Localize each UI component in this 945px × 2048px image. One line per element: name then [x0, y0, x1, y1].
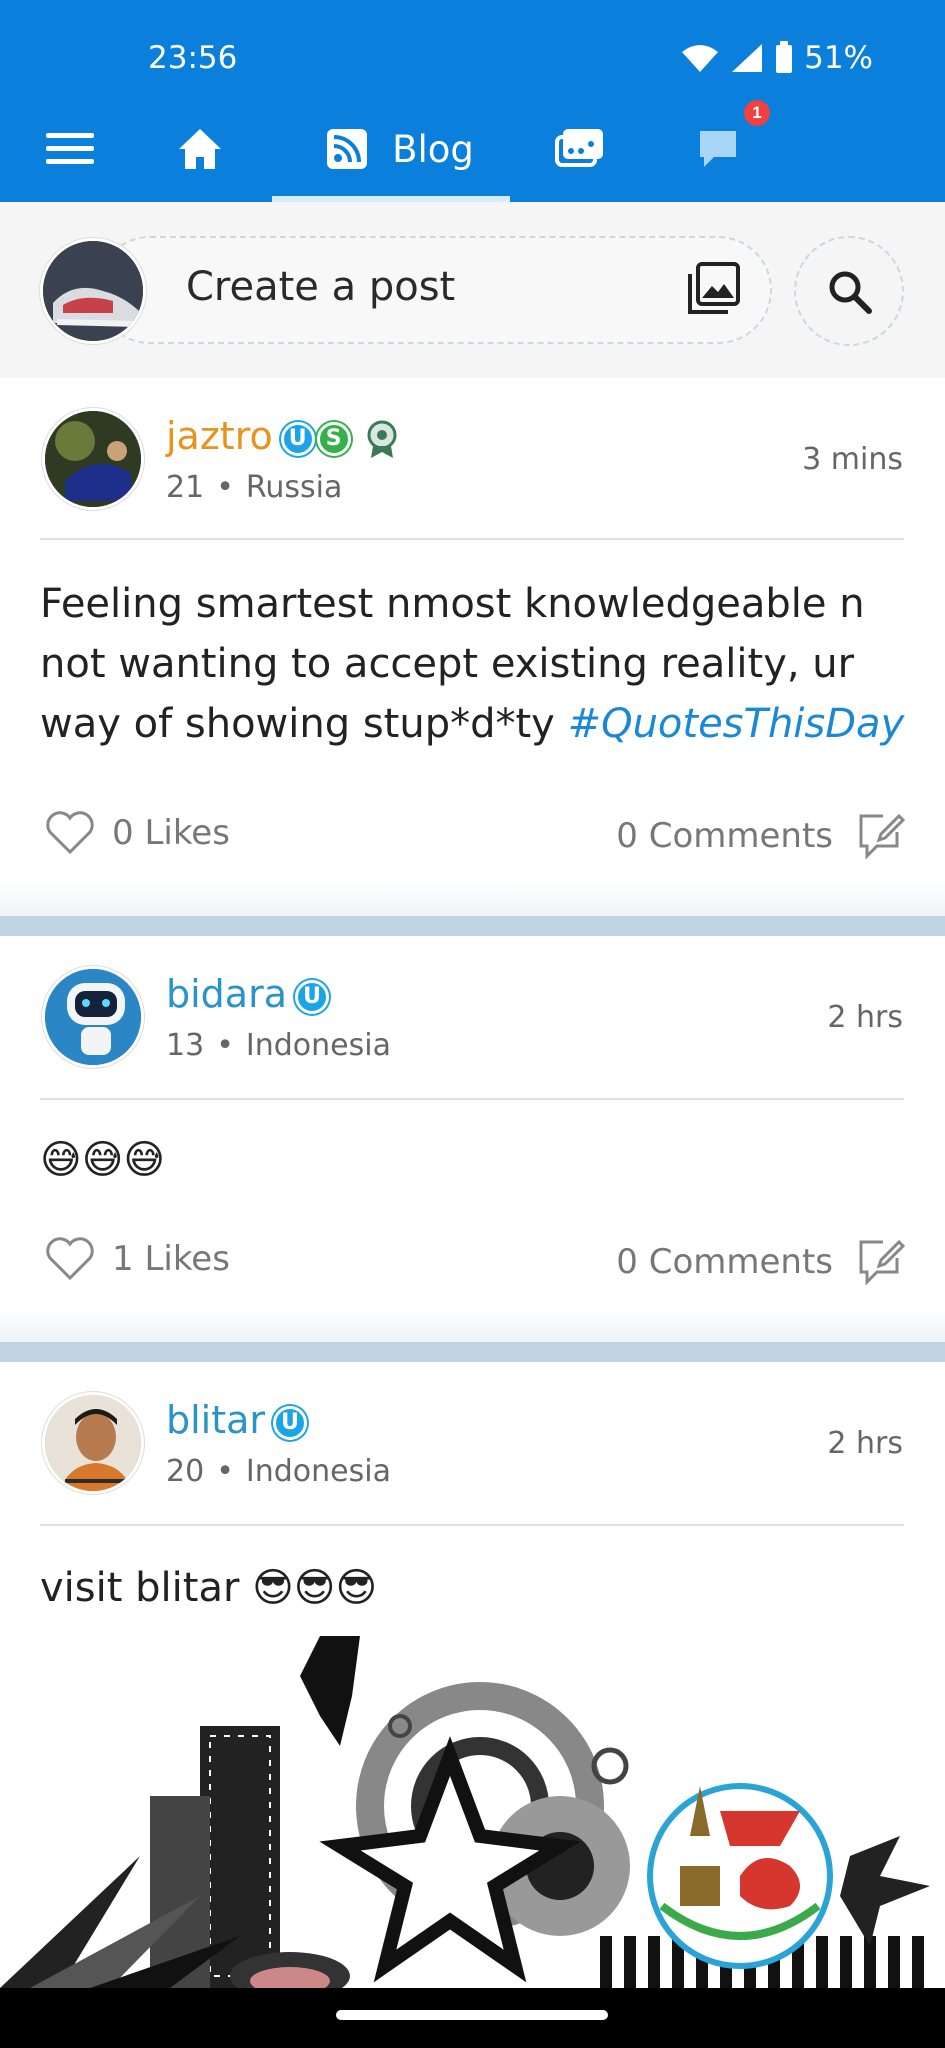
status-time: 23:56 [148, 40, 238, 76]
verified-user-badge: U [273, 1405, 308, 1440]
post-body: Feeling smartest nmost knowledgeable n n… [40, 574, 920, 754]
tab-messages[interactable] [540, 96, 620, 202]
avatar-image [45, 1395, 141, 1491]
post-time: 2 hrs [827, 1426, 903, 1461]
divider [40, 1098, 904, 1100]
post-author[interactable]: blitar U [166, 1398, 308, 1442]
s-badge: S [316, 421, 351, 456]
my-avatar[interactable] [40, 238, 146, 344]
notification-badge: 1 [744, 100, 770, 126]
username[interactable]: blitar [166, 1398, 265, 1442]
add-photo-button[interactable] [686, 262, 740, 321]
pesona-blitar-graphic [0, 1636, 945, 1988]
like-button[interactable]: 1 Likes [44, 1236, 230, 1282]
author-meta: 21 • Russia [166, 470, 342, 505]
post-actions: 0 Likes 0 Comments [0, 810, 945, 880]
like-count: 0 Likes [112, 813, 230, 853]
search-button[interactable] [794, 236, 904, 346]
home-icon [179, 129, 221, 169]
author-meta: 13 • Indonesia [166, 1028, 391, 1063]
post-text: 😅😅😅 [40, 1137, 166, 1183]
tab-chat[interactable]: 1 [680, 96, 770, 202]
post-body: visit blitar 😎😎😎 [40, 1558, 920, 1618]
meta-separator: • [216, 1028, 234, 1063]
verified-user-badge: U [280, 421, 315, 456]
avatar[interactable] [42, 966, 144, 1068]
comment-count: 0 Comments [616, 816, 833, 856]
signal-icon [732, 44, 763, 72]
author-country: Indonesia [245, 1028, 391, 1063]
tab-blog-label: Blog [392, 127, 474, 171]
comment-edit-icon [859, 813, 905, 860]
post-card: jaztro U S 21 • Russia 3 mins Feeling smarte… [0, 378, 945, 916]
divider [40, 1524, 904, 1526]
card-fade [0, 1306, 945, 1342]
comments-button[interactable]: 0 Comments [616, 1236, 905, 1288]
gallery-icon [688, 262, 740, 314]
post-time: 2 hrs [827, 1000, 903, 1035]
post-actions: 1 Likes 0 Comments [0, 1236, 945, 1306]
heart-icon [46, 811, 94, 855]
post-card: bidara U 13 • Indonesia 2 hrs 😅😅😅 1 Likes 0… [0, 936, 945, 1342]
author-country: Indonesia [245, 1454, 391, 1489]
author-age: 21 [166, 470, 205, 505]
meta-separator: • [216, 470, 234, 505]
post-text: visit blitar 😎😎😎 [40, 1565, 378, 1611]
author-age: 20 [166, 1454, 205, 1489]
create-post-placeholder[interactable]: Create a post [186, 264, 455, 310]
post-separator [0, 1342, 945, 1362]
author-country: Russia [245, 470, 343, 505]
battery-icon [776, 41, 793, 73]
hashtag-link[interactable]: #QuotesThisDay [568, 701, 905, 747]
like-count: 1 Likes [112, 1239, 230, 1279]
divider [40, 538, 904, 540]
app-bar: 23:56 51% Blog 1 [0, 0, 945, 202]
menu-button[interactable] [30, 96, 110, 202]
award-icon [367, 420, 397, 458]
like-button[interactable]: 0 Likes [44, 810, 230, 856]
battery-level: 51% [804, 40, 873, 76]
rss-icon [327, 129, 368, 169]
comments-button[interactable]: 0 Comments [616, 810, 905, 862]
comment-edit-icon [859, 1239, 905, 1286]
verified-user-badge: U [295, 979, 329, 1014]
tab-home[interactable] [160, 96, 240, 202]
search-icon [829, 271, 872, 314]
author-meta: 20 • Indonesia [166, 1454, 391, 1489]
status-icons: 51% [680, 40, 873, 76]
avatar-image [45, 411, 141, 507]
post-separator [0, 916, 945, 936]
meta-separator: • [216, 1454, 234, 1489]
heart-icon [46, 1237, 94, 1281]
wifi-icon [682, 45, 719, 72]
author-age: 13 [166, 1028, 205, 1063]
post-image[interactable] [0, 1636, 945, 1988]
avatar[interactable] [42, 1392, 144, 1494]
username[interactable]: jaztro [166, 414, 273, 458]
tab-blog[interactable]: Blog [300, 96, 500, 202]
avatar[interactable] [42, 408, 144, 510]
username[interactable]: bidara [166, 972, 287, 1016]
comment-count: 0 Comments [616, 1242, 833, 1282]
post-time: 3 mins [802, 442, 903, 477]
post-author[interactable]: jaztro U S [166, 414, 399, 458]
system-navigation-bar [0, 1988, 945, 2048]
card-fade [0, 880, 945, 916]
avatar-image [45, 969, 141, 1065]
post-body: 😅😅😅 [40, 1130, 920, 1190]
main-nav: Blog 1 [0, 96, 945, 202]
post-author[interactable]: bidara U [166, 972, 329, 1016]
messages-icon [555, 129, 603, 167]
create-post-bar: Create a post [0, 202, 945, 378]
menu-icon [46, 133, 94, 164]
home-gesture-bar[interactable] [336, 2010, 608, 2020]
chat-icon [700, 131, 736, 167]
